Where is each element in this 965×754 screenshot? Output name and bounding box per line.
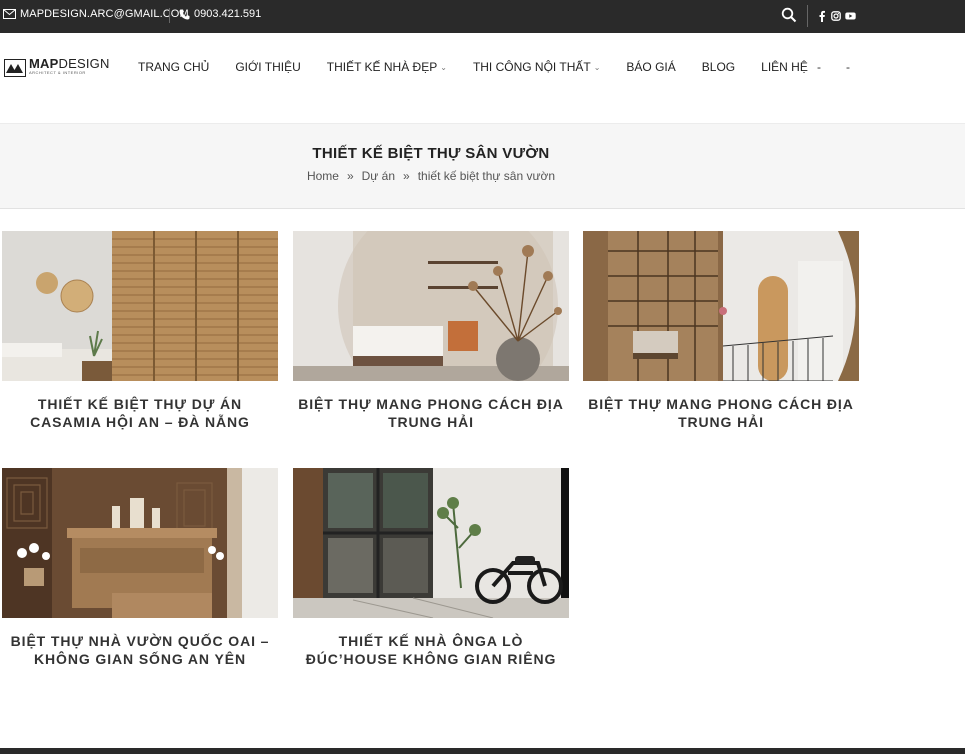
breadcrumb: Home » Dự án » thiết kế biệt thự sân vườn <box>0 169 862 183</box>
project-thumbnail[interactable] <box>2 468 278 618</box>
nav-extra-item[interactable]: - <box>817 60 821 74</box>
logo-brand-light: DESIGN <box>58 56 110 71</box>
project-card[interactable]: THIẾT KẾ BIỆT THỰ DỰ ÁN CASAMIA HỘI AN –… <box>2 231 278 431</box>
logo-text: MAPDESIGN ARCHITECT & INTERIOR <box>29 57 110 75</box>
nav-item-home[interactable]: TRANG CHỦ <box>138 60 209 74</box>
youtube-icon[interactable] <box>845 9 856 21</box>
breadcrumb-projects[interactable]: Dự án <box>362 169 395 183</box>
breadcrumb-separator: » <box>403 169 410 183</box>
nav-item-blog[interactable]: BLOG <box>702 60 735 74</box>
logo-brand-bold: MAP <box>29 56 59 71</box>
contact-phone-text: 0903.421.591 <box>194 8 262 20</box>
divider <box>169 8 170 23</box>
breadcrumb-current: thiết kế biệt thự sân vườn <box>417 169 556 183</box>
mail-icon <box>3 9 16 19</box>
project-card[interactable]: THIẾT KẾ NHÀ ÔNGA LÒ ĐÚC’HOUSE KHÔNG GIA… <box>293 468 569 668</box>
project-title[interactable]: BIỆT THỰ NHÀ VƯỜN QUỐC OAI – KHÔNG GIAN … <box>2 632 278 668</box>
project-title[interactable]: THIẾT KẾ NHÀ ÔNGA LÒ ĐÚC’HOUSE KHÔNG GIA… <box>293 632 569 668</box>
social-links <box>817 9 856 22</box>
project-thumbnail[interactable] <box>293 468 569 618</box>
contact-phone[interactable]: 0903.421.591 <box>179 8 261 20</box>
search-icon[interactable] <box>781 7 797 23</box>
footer-strip <box>0 748 965 754</box>
project-thumbnail[interactable] <box>293 231 569 381</box>
nav-extra-item[interactable]: - <box>846 60 850 74</box>
site-header: MAPDESIGN ARCHITECT & INTERIOR TRANG CHỦ… <box>0 33 965 123</box>
project-thumbnail[interactable] <box>2 231 278 381</box>
phone-icon <box>179 9 190 19</box>
project-title[interactable]: BIỆT THỰ MANG PHONG CÁCH ĐỊA TRUNG HẢI <box>583 395 859 431</box>
project-thumbnail[interactable] <box>583 231 859 381</box>
site-logo[interactable]: MAPDESIGN ARCHITECT & INTERIOR <box>4 57 110 77</box>
chevron-down-icon: ⌄ <box>440 62 447 72</box>
chevron-down-icon: ⌄ <box>593 62 601 72</box>
nav-item-pricing[interactable]: BÁO GIÁ <box>626 60 675 74</box>
nav-item-contact[interactable]: LIÊN HỆ <box>761 60 808 74</box>
contact-email-text: MAPDESIGN.ARC@GMAIL.COM <box>20 8 189 20</box>
nav-item-about[interactable]: GIỚI THIỆU <box>235 60 300 74</box>
project-card[interactable]: BIỆT THỰ MANG PHONG CÁCH ĐỊA TRUNG HẢI <box>583 231 859 431</box>
breadcrumb-home[interactable]: Home <box>307 169 339 183</box>
page-title: THIẾT KẾ BIỆT THỰ SÂN VƯỜN <box>312 145 550 162</box>
project-title[interactable]: THIẾT KẾ BIỆT THỰ DỰ ÁN CASAMIA HỘI AN –… <box>2 395 278 431</box>
nav-item-house-design[interactable]: THIẾT KẾ NHÀ ĐẸP ⌄ <box>327 60 447 74</box>
nav-item-interior-construction[interactable]: THI CÔNG NỘI THẤT ⌄ <box>473 60 600 74</box>
facebook-icon[interactable] <box>817 9 827 22</box>
project-card[interactable]: BIỆT THỰ NHÀ VƯỜN QUỐC OAI – KHÔNG GIAN … <box>2 468 278 668</box>
page-title-band: THIẾT KẾ BIỆT THỰ SÂN VƯỜN Home » Dự án » th… <box>0 123 965 209</box>
project-title[interactable]: BIỆT THỰ MANG PHONG CÁCH ĐỊA TRUNG HẢI <box>293 395 569 431</box>
project-card[interactable]: BIỆT THỰ MANG PHONG CÁCH ĐỊA TRUNG HẢI <box>293 231 569 431</box>
divider <box>807 5 808 27</box>
logo-mark-icon <box>4 59 26 77</box>
main-nav: TRANG CHỦ GIỚI THIỆU THIẾT KẾ NHÀ ĐẸP ⌄ T… <box>138 60 834 74</box>
breadcrumb-separator: » <box>346 169 354 183</box>
top-bar: MAPDESIGN.ARC@GMAIL.COM 0903.421.591 <box>0 0 965 33</box>
instagram-icon[interactable] <box>831 9 841 21</box>
contact-email[interactable]: MAPDESIGN.ARC@GMAIL.COM <box>3 8 189 20</box>
logo-tagline: ARCHITECT & INTERIOR <box>29 70 86 75</box>
